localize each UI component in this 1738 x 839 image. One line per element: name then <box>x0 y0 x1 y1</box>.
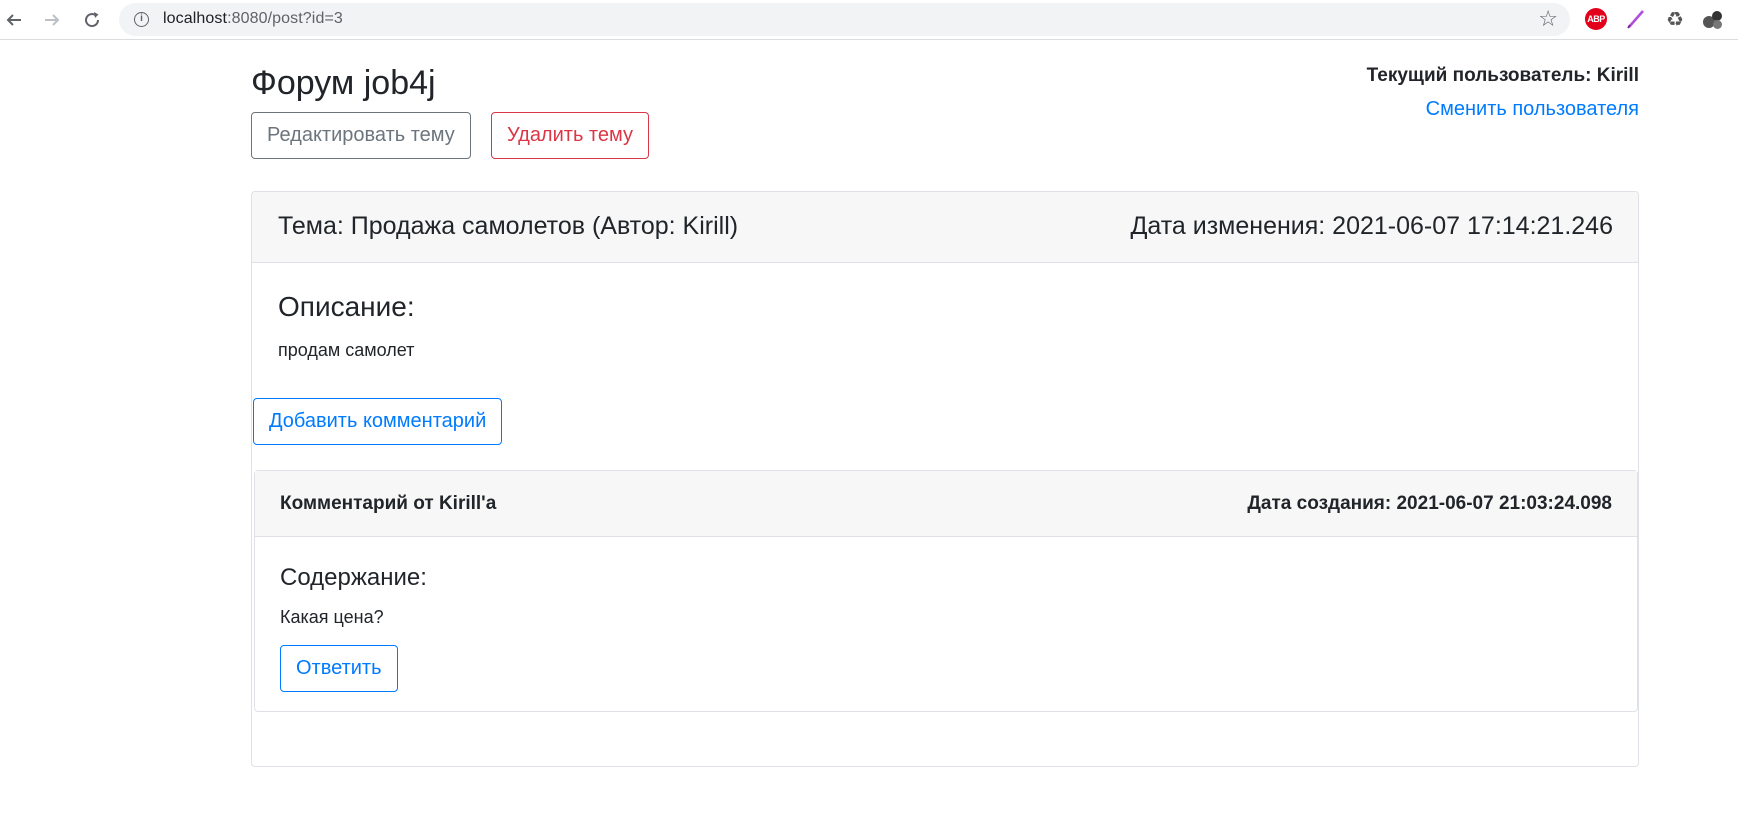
comment-header: Комментарий от Kirill'a Дата создания: 2… <box>255 471 1637 537</box>
reply-button[interactable]: Ответить <box>280 645 398 692</box>
modified-date: Дата изменения: 2021-06-07 17:14:21.246 <box>1130 212 1613 240</box>
post-card: Тема: Продажа самолетов (Автор: Kirill) … <box>251 191 1639 767</box>
switch-user-link[interactable]: Сменить пользователя <box>1367 91 1639 127</box>
comment-created-date: Дата создания: 2021-06-07 21:03:24.098 <box>1247 493 1612 514</box>
user-block: Текущий пользователь: Kirill Сменить пол… <box>1367 61 1639 127</box>
comment-text: Какая цена? <box>280 607 384 627</box>
pen-icon[interactable] <box>1623 6 1649 32</box>
info-icon[interactable]: i <box>134 12 149 27</box>
comment-author: Комментарий от Kirill'a <box>280 493 497 514</box>
content-heading: Содержание: <box>280 564 427 591</box>
browser-toolbar: i localhost:8080/post?id=3 ☆ ABP ♻ <box>0 0 1738 40</box>
address-bar[interactable]: i localhost:8080/post?id=3 ☆ <box>119 3 1570 36</box>
star-icon[interactable]: ☆ <box>1538 7 1558 31</box>
adblock-plus-icon[interactable]: ABP <box>1583 6 1609 32</box>
extension-dots-icon[interactable] <box>1700 6 1726 32</box>
add-comment-button[interactable]: Добавить комментарий <box>253 398 503 445</box>
recycle-icon[interactable]: ♻ <box>1662 6 1688 32</box>
url-text[interactable]: localhost:8080/post?id=3 <box>163 10 343 28</box>
edit-topic-button[interactable]: Редактировать тему <box>251 112 471 159</box>
current-user-label: Текущий пользователь: Kirill <box>1366 65 1639 86</box>
description-text: продам самолет <box>278 340 415 360</box>
description-heading: Описание: <box>278 291 415 322</box>
reload-icon[interactable] <box>78 6 106 34</box>
delete-topic-button[interactable]: Удалить тему <box>491 112 649 159</box>
arrow-right-icon[interactable] <box>38 6 66 34</box>
comment-card: Комментарий от Kirill'a Дата создания: 2… <box>254 470 1638 712</box>
arrow-left-icon[interactable] <box>0 6 28 34</box>
post-card-header: Тема: Продажа самолетов (Автор: Kirill) … <box>252 192 1638 263</box>
topic-title: Тема: Продажа самолетов (Автор: Kirill) <box>278 212 739 240</box>
page-title: Форум job4j <box>251 64 436 102</box>
